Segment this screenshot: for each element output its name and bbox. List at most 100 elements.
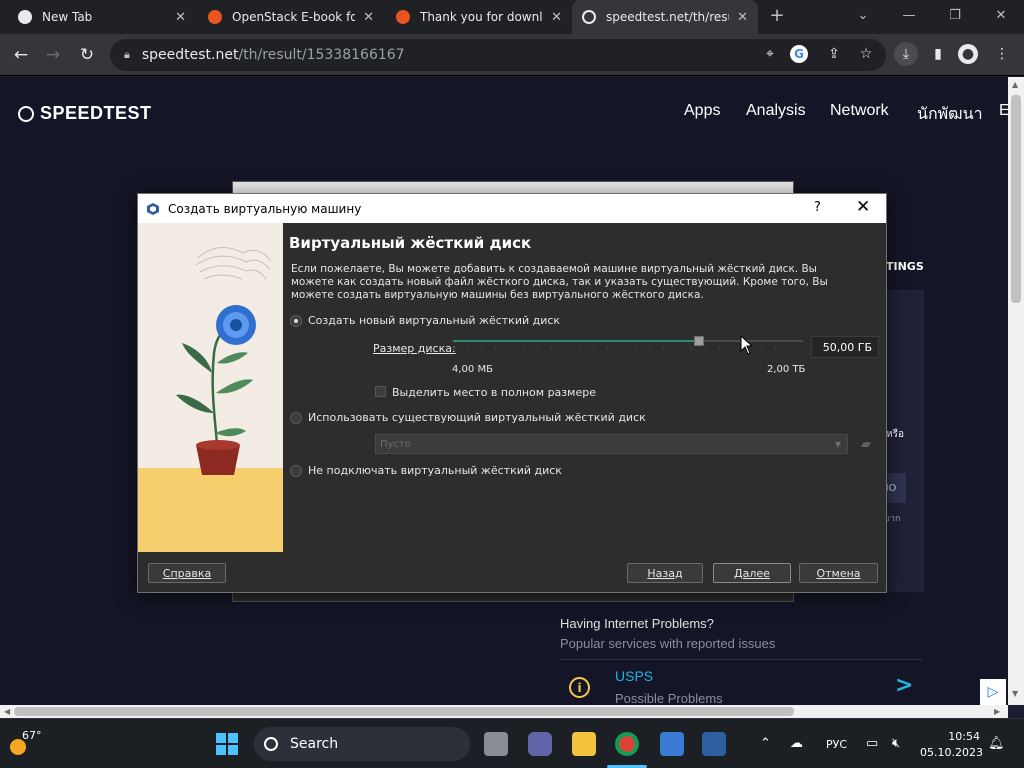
location-pin-icon[interactable]: ⌖ xyxy=(758,42,782,66)
chrome-icon xyxy=(18,10,32,24)
network-icon[interactable]: ▭ xyxy=(866,736,878,751)
vertical-scroll-thumb[interactable] xyxy=(1011,95,1021,303)
ad-choices-icon[interactable]: ▷ xyxy=(980,679,1006,705)
info-icon: i xyxy=(569,677,590,698)
menu-kebab-icon[interactable]: ⋮ xyxy=(990,42,1014,66)
nav-more[interactable]: E xyxy=(999,102,1008,120)
nav-network[interactable]: Network xyxy=(830,102,889,120)
option-existing-label[interactable]: Использовать существующий виртуальный жё… xyxy=(308,411,646,424)
search-icon xyxy=(264,737,278,751)
toolbar: ← → ↻ 🔒︎ speedtest.net/th/result/1533816… xyxy=(0,34,1024,76)
tab-title: speedtest.net/th/resul xyxy=(606,10,730,24)
preallocate-label[interactable]: Выделить место в полном размере xyxy=(392,386,596,399)
windows-start-icon[interactable] xyxy=(216,733,238,755)
existing-disk-combobox[interactable]: Пусто ▼ xyxy=(375,434,848,454)
vertical-scrollbar[interactable]: ▲ ▼ xyxy=(1008,77,1024,705)
system-clock[interactable]: 10:54 05.10.2023 xyxy=(920,729,983,761)
virtualbox-icon xyxy=(147,202,159,215)
disk-size-slider-handle[interactable] xyxy=(694,336,704,346)
tray-chevron-icon[interactable]: ⌃ xyxy=(760,736,771,751)
scroll-up-icon[interactable]: ▲ xyxy=(1012,80,1018,89)
download-icon[interactable]: ⤓ xyxy=(894,42,918,66)
service-name[interactable]: USPS xyxy=(615,668,653,684)
disk-size-slider-fill xyxy=(453,340,699,342)
back-arrow-icon[interactable]: ← xyxy=(8,42,34,68)
remote-desktop-icon[interactable] xyxy=(660,732,684,756)
nav-apps[interactable]: Apps xyxy=(684,102,720,120)
profile-icon[interactable]: ● xyxy=(958,44,978,64)
onedrive-icon[interactable]: ☁ xyxy=(790,736,803,751)
divider xyxy=(560,659,922,660)
radio-existing-disk[interactable] xyxy=(290,412,302,424)
nav-developers[interactable]: นักพัฒนา xyxy=(917,102,983,127)
chrome-taskbar-icon[interactable] xyxy=(615,732,639,756)
speedtest-logo[interactable]: SPEEDTEST xyxy=(18,103,152,124)
tab-search-chevron-icon[interactable]: ⌄ xyxy=(840,0,886,30)
virtualbox-taskbar-icon[interactable] xyxy=(702,732,726,756)
cancel-button[interactable]: Отмена xyxy=(799,563,878,583)
taskbar: 67° Search ⌃ ☁ РУС ▭ 🔇︎ 10:54 05.10.2023… xyxy=(0,718,1024,768)
radio-no-disk[interactable] xyxy=(290,465,302,477)
radio-create-disk[interactable] xyxy=(290,315,302,327)
minimize-button[interactable]: — xyxy=(886,0,932,30)
tab-close-icon[interactable]: ✕ xyxy=(737,10,748,25)
preallocate-checkbox[interactable] xyxy=(375,386,386,397)
next-button[interactable]: Далее xyxy=(713,563,791,583)
settings-label[interactable]: TINGS xyxy=(886,260,924,273)
bookmark-star-icon[interactable]: ☆ xyxy=(854,42,878,66)
gauge-icon xyxy=(18,105,34,122)
tab-thank-you[interactable]: Thank you for downlo ✕ xyxy=(386,0,572,34)
size-min-label: 4,00 МБ xyxy=(452,364,493,375)
back-button[interactable]: Назад xyxy=(627,563,703,583)
tab-speedtest[interactable]: speedtest.net/th/resul ✕ xyxy=(572,0,758,34)
close-icon[interactable]: ✕ xyxy=(856,197,870,217)
window-close-button[interactable]: ✕ xyxy=(978,0,1024,30)
taskbar-search[interactable]: Search xyxy=(254,727,470,761)
side-card-text: หรือ xyxy=(886,429,904,440)
lock-icon: 🔒︎ xyxy=(124,48,130,61)
file-explorer-icon[interactable] xyxy=(572,732,596,756)
option-create-label[interactable]: Создать новый виртуальный жёсткий диск xyxy=(308,314,560,327)
scroll-left-icon[interactable]: ◀ xyxy=(4,707,10,716)
page-heading: Виртуальный жёсткий диск xyxy=(289,234,532,252)
dropdown-arrow-icon: ▼ xyxy=(834,439,841,449)
horizontal-scrollbar[interactable]: ◀ ▶ xyxy=(0,705,1008,718)
share-icon[interactable]: ⇪ xyxy=(822,42,846,66)
tab-new-tab[interactable]: New Tab ✕ xyxy=(8,0,196,34)
nav-analysis[interactable]: Analysis xyxy=(746,102,806,120)
volume-muted-icon[interactable]: 🔇︎ xyxy=(892,736,900,751)
scroll-down-icon[interactable]: ▼ xyxy=(1012,689,1018,698)
maximize-button[interactable]: ❐ xyxy=(932,0,978,30)
side-panel-icon[interactable]: ▮ xyxy=(926,42,950,66)
help-icon[interactable]: ? xyxy=(814,200,821,215)
tab-title: OpenStack E-book for xyxy=(232,10,356,24)
horizontal-scroll-thumb[interactable] xyxy=(14,707,794,716)
ubuntu-icon xyxy=(208,10,222,24)
forward-arrow-icon[interactable]: → xyxy=(40,42,66,68)
disk-size-field[interactable]: 50,00 ГБ xyxy=(811,336,879,358)
page-description: Если пожелаете, Вы можете добавить к соз… xyxy=(291,263,828,301)
dialog-titlebar: Создать виртуальную машину ? ✕ xyxy=(138,194,886,223)
clock-time: 10:54 xyxy=(948,730,980,743)
input-language[interactable]: РУС xyxy=(826,738,847,751)
tab-close-icon[interactable]: ✕ xyxy=(551,10,562,25)
folder-icon[interactable]: ▰ xyxy=(857,434,875,454)
help-button[interactable]: Справка xyxy=(148,563,226,583)
speedtest-icon xyxy=(582,10,596,24)
notification-bell-icon[interactable]: 🔔︎ xyxy=(988,736,1005,751)
service-status: Possible Problems xyxy=(615,691,723,705)
ubuntu-icon xyxy=(396,10,410,24)
chevron-right-icon[interactable]: > xyxy=(895,673,913,698)
task-view-icon[interactable] xyxy=(484,732,508,756)
tab-close-icon[interactable]: ✕ xyxy=(175,10,186,25)
tab-openstack[interactable]: OpenStack E-book for ✕ xyxy=(198,0,384,34)
tab-close-icon[interactable]: ✕ xyxy=(363,10,374,25)
google-icon[interactable]: G xyxy=(790,45,808,63)
reload-icon[interactable]: ↻ xyxy=(74,42,100,68)
option-none-label[interactable]: Не подключать виртуальный жёсткий диск xyxy=(308,464,562,477)
new-tab-button[interactable]: + xyxy=(762,0,792,30)
scroll-right-icon[interactable]: ▶ xyxy=(994,707,1000,716)
teams-chat-icon[interactable] xyxy=(528,732,552,756)
wizard-illustration xyxy=(138,223,283,552)
plant-illustration xyxy=(138,247,283,552)
